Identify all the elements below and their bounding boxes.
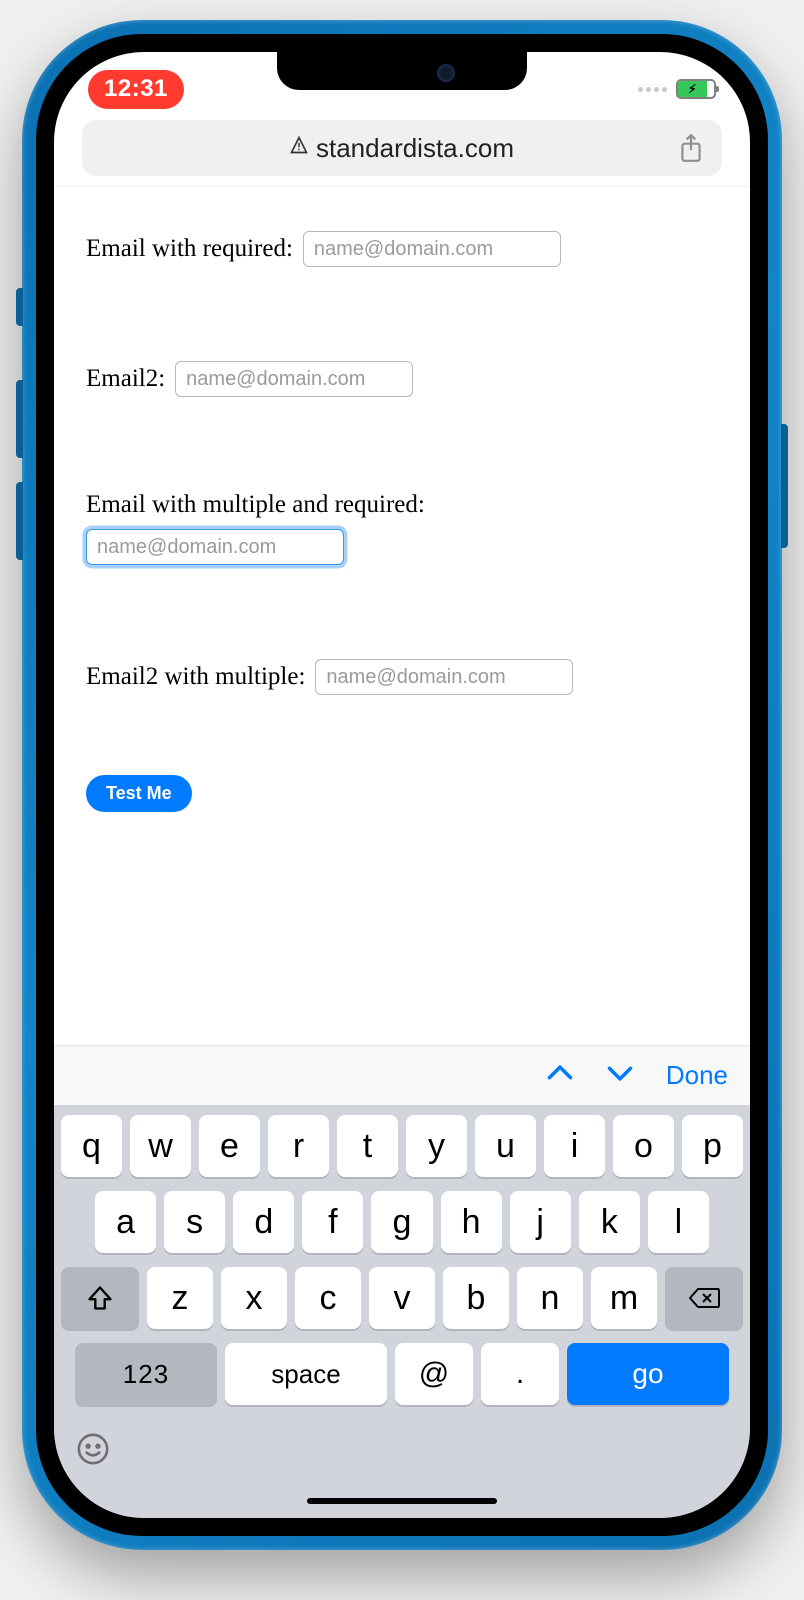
key-row-3: zxcvbnm bbox=[61, 1267, 743, 1329]
label-email-multiple-required: Email with multiple and required: bbox=[86, 491, 718, 519]
key-z[interactable]: z bbox=[147, 1267, 213, 1329]
volume-up-button bbox=[16, 380, 23, 458]
label-email2: Email2: bbox=[86, 365, 165, 393]
cellular-signal-icon bbox=[638, 87, 667, 92]
key-v[interactable]: v bbox=[369, 1267, 435, 1329]
label-email-required: Email with required: bbox=[86, 235, 293, 263]
go-key[interactable]: go bbox=[567, 1343, 729, 1405]
key-f[interactable]: f bbox=[302, 1191, 363, 1253]
key-t[interactable]: t bbox=[337, 1115, 398, 1177]
power-button bbox=[781, 424, 788, 548]
key-e[interactable]: e bbox=[199, 1115, 260, 1177]
not-secure-icon bbox=[290, 136, 308, 160]
shift-key[interactable] bbox=[61, 1267, 139, 1329]
key-h[interactable]: h bbox=[441, 1191, 502, 1253]
key-y[interactable]: y bbox=[406, 1115, 467, 1177]
numbers-key[interactable]: 123 bbox=[75, 1343, 217, 1405]
key-row-1: qwertyuiop bbox=[61, 1115, 743, 1177]
key-s[interactable]: s bbox=[164, 1191, 225, 1253]
key-o[interactable]: o bbox=[613, 1115, 674, 1177]
key-n[interactable]: n bbox=[517, 1267, 583, 1329]
keyboard-accessory-bar: Done bbox=[54, 1045, 750, 1105]
key-k[interactable]: k bbox=[579, 1191, 640, 1253]
virtual-keyboard: qwertyuiop asdfghjkl zxcvbnm 123 space @… bbox=[54, 1105, 750, 1484]
input-email-required[interactable] bbox=[303, 231, 561, 267]
space-key[interactable]: space bbox=[225, 1343, 387, 1405]
emoji-key[interactable] bbox=[73, 1429, 113, 1469]
next-field-button[interactable] bbox=[606, 1059, 634, 1092]
status-time-recording[interactable]: 12:31 bbox=[88, 70, 184, 109]
key-i[interactable]: i bbox=[544, 1115, 605, 1177]
key-j[interactable]: j bbox=[510, 1191, 571, 1253]
key-b[interactable]: b bbox=[443, 1267, 509, 1329]
key-g[interactable]: g bbox=[371, 1191, 432, 1253]
key-u[interactable]: u bbox=[475, 1115, 536, 1177]
key-x[interactable]: x bbox=[221, 1267, 287, 1329]
key-r[interactable]: r bbox=[268, 1115, 329, 1177]
share-icon[interactable] bbox=[678, 133, 704, 163]
page-content: Email with required: Email2: Email with … bbox=[54, 187, 750, 1045]
notch bbox=[277, 52, 527, 90]
charging-bolt-icon: ⚡︎ bbox=[688, 82, 696, 96]
mute-switch bbox=[16, 288, 23, 326]
phone-frame: 12:31 ⚡︎ standardista.com bbox=[22, 20, 782, 1550]
key-l[interactable]: l bbox=[648, 1191, 709, 1253]
key-d[interactable]: d bbox=[233, 1191, 294, 1253]
input-email2-multiple[interactable] bbox=[315, 659, 573, 695]
backspace-key[interactable] bbox=[665, 1267, 743, 1329]
key-p[interactable]: p bbox=[682, 1115, 743, 1177]
home-indicator[interactable] bbox=[54, 1484, 750, 1518]
key-m[interactable]: m bbox=[591, 1267, 657, 1329]
camera-dot bbox=[437, 64, 455, 82]
input-email-multiple-required[interactable] bbox=[86, 529, 344, 565]
label-email2-multiple: Email2 with multiple: bbox=[86, 663, 305, 691]
input-email2[interactable] bbox=[175, 361, 413, 397]
test-me-button[interactable]: Test Me bbox=[86, 775, 192, 812]
key-c[interactable]: c bbox=[295, 1267, 361, 1329]
key-row-2: asdfghjkl bbox=[61, 1191, 743, 1253]
key-a[interactable]: a bbox=[95, 1191, 156, 1253]
address-bar[interactable]: standardista.com bbox=[82, 120, 722, 176]
prev-field-button[interactable] bbox=[546, 1059, 574, 1092]
battery-charging-icon: ⚡︎ bbox=[676, 79, 716, 99]
key-w[interactable]: w bbox=[130, 1115, 191, 1177]
period-key[interactable]: . bbox=[481, 1343, 559, 1405]
address-domain: standardista.com bbox=[316, 133, 514, 164]
at-key[interactable]: @ bbox=[395, 1343, 473, 1405]
volume-down-button bbox=[16, 482, 23, 560]
keyboard-done-button[interactable]: Done bbox=[666, 1060, 728, 1091]
key-q[interactable]: q bbox=[61, 1115, 122, 1177]
